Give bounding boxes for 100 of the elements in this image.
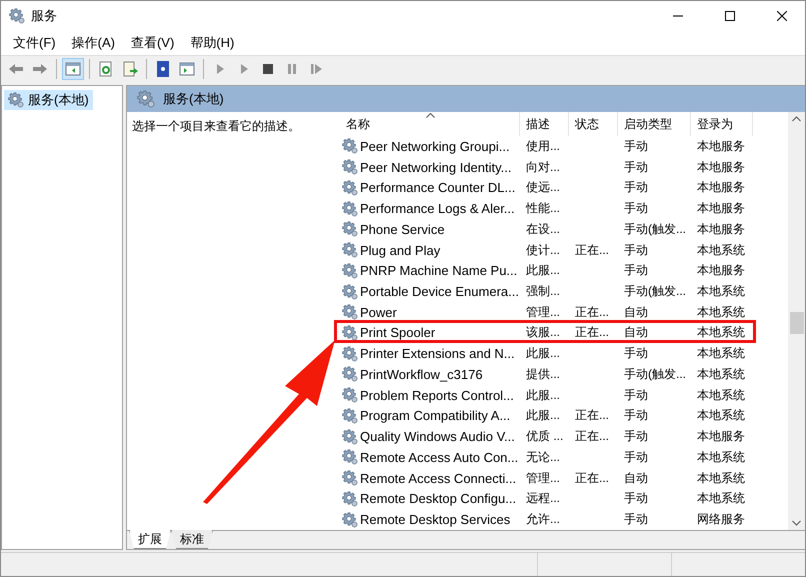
table-cell-text: 正在...: [574, 428, 610, 446]
service-gear-icon: [342, 180, 358, 196]
service-name[interactable]: Power: [360, 304, 397, 320]
service-gear-icon: [342, 138, 358, 154]
service-name[interactable]: Program Compatibility A...: [360, 408, 510, 424]
table-cell-text: 本地系统: [696, 304, 746, 321]
service-gear-icon: [342, 449, 358, 466]
service-name[interactable]: PNRP Machine Name Pu...: [360, 263, 518, 278]
refresh-icon: [98, 61, 114, 77]
table-cell-text: 手动: [623, 407, 649, 424]
table-cell-text: 此服...: [525, 262, 562, 280]
close-icon: [777, 11, 787, 21]
table-cell-text: 手动(触发...: [623, 366, 687, 383]
gear-icon: [8, 92, 24, 108]
table-cell-text: 网络服务: [696, 511, 746, 528]
service-name[interactable]: Remote Access Auto Con...: [360, 450, 518, 465]
description-text: 选择一个项目来查看它的描述。: [132, 119, 300, 133]
table-cell-text: 使用...: [525, 138, 562, 155]
scroll-thumb[interactable]: [790, 312, 804, 334]
table-cell-text: 使远...: [525, 179, 562, 196]
service-name[interactable]: Remote Desktop Services: [360, 512, 510, 528]
table-cell-text: 本地服务: [696, 220, 746, 238]
service-name[interactable]: Problem Reports Control...: [360, 388, 514, 403]
table-cell-text: 手动(触发...: [623, 283, 687, 300]
toolbar-button[interactable]: [62, 58, 84, 80]
column-header[interactable]: 描述: [520, 112, 569, 136]
tree-pane-icon: [65, 61, 81, 77]
menu-item[interactable]: 文件(F): [5, 34, 64, 52]
table-cell-text: 本地系统: [696, 407, 746, 424]
table-cell-text: 该服...: [525, 324, 562, 342]
table-cell-text: 本地服务: [696, 428, 746, 446]
service-gear-icon: [342, 200, 358, 217]
table-cell-text: 手动: [623, 138, 649, 155]
view-tab[interactable]: 扩展: [129, 530, 171, 549]
service-name[interactable]: Performance Counter DL...: [360, 180, 516, 196]
table-cell-text: 正在...: [574, 304, 610, 321]
help-icon: [155, 61, 171, 77]
service-gear-icon: [342, 470, 358, 486]
column-header[interactable]: 状态: [569, 112, 618, 136]
service-name[interactable]: Plug and Play: [360, 242, 440, 258]
service-gear-icon: [342, 304, 358, 320]
table-cell-text: 无论...: [525, 448, 562, 466]
service-gear-icon: [342, 221, 358, 238]
table-cell-text: 本地服务: [696, 158, 746, 176]
table-cell-text: 本地系统: [696, 366, 746, 383]
service-name[interactable]: Phone Service: [360, 222, 445, 237]
service-gear-icon: [342, 428, 358, 445]
menu-item[interactable]: 帮助(H): [182, 34, 242, 52]
service-gear-icon: [342, 324, 358, 341]
service-name[interactable]: Performance Logs & Aler...: [360, 201, 515, 216]
service-name[interactable]: PrintWorkflow_c3176: [360, 366, 483, 382]
service-gear-icon: [342, 490, 358, 507]
service-name[interactable]: Peer Networking Groupi...: [360, 138, 510, 154]
maximize-icon: [725, 11, 735, 21]
table-cell-text: 手动: [623, 242, 649, 259]
table-cell-text: 本地服务: [696, 262, 746, 280]
menu-item[interactable]: 操作(A): [64, 34, 123, 52]
service-name[interactable]: Printer Extensions and N...: [360, 346, 515, 362]
table-cell-text: 正在...: [574, 470, 610, 487]
table-cell-text: 正在...: [574, 407, 610, 424]
table-cell-text: 本地系统: [696, 386, 746, 404]
column-header[interactable]: 启动类型: [618, 112, 691, 136]
table-cell-text: 向对...: [525, 158, 562, 176]
menu-item[interactable]: 查看(V): [122, 34, 182, 52]
service-name[interactable]: Remote Desktop Configu...: [360, 491, 516, 506]
table-cell-text: 手动: [623, 448, 649, 466]
view-tab[interactable]: 标准: [171, 530, 213, 549]
resume-icon: [308, 61, 324, 77]
tree-item[interactable]: 服务(本地): [4, 90, 93, 110]
table-cell-text: 本地服务: [696, 200, 746, 218]
scrollbar[interactable]: [788, 112, 805, 530]
table-cell-text: 本地系统: [696, 242, 746, 259]
service-gear-icon: [342, 346, 358, 362]
service-name[interactable]: Peer Networking Identity...: [360, 160, 512, 175]
column-header[interactable]: 名称: [340, 112, 520, 136]
table-cell-text: 优质 ...: [525, 428, 564, 446]
table-cell-text: 此服...: [525, 407, 562, 424]
properties-pane-icon: [179, 61, 195, 77]
table-cell-text: 使计...: [525, 242, 562, 259]
table-cell-text: 本地服务: [696, 138, 746, 155]
scroll-down-icon: [792, 520, 801, 526]
table-cell-text: 自动: [623, 304, 649, 321]
table-cell-text: 本地系统: [696, 470, 746, 487]
service-gear-icon: [342, 284, 358, 300]
service-name[interactable]: Portable Device Enumera...: [360, 284, 519, 299]
table-cell-text: 管理...: [525, 304, 562, 321]
table-cell-text: 自动: [623, 470, 649, 487]
table-cell-text: 手动: [623, 179, 649, 196]
service-name[interactable]: Remote Access Connecti...: [360, 470, 516, 486]
table-cell-text: 手动: [623, 386, 649, 404]
table-cell-text: 手动: [623, 262, 649, 280]
service-name[interactable]: Print Spooler: [360, 325, 436, 340]
stop-icon: [260, 61, 276, 77]
column-header[interactable]: 登录为: [691, 112, 753, 136]
export-list-icon: [122, 61, 138, 77]
table-cell-text: 本地系统: [696, 345, 746, 362]
table-cell-text: 本地系统: [696, 283, 746, 300]
service-name[interactable]: Quality Windows Audio V...: [360, 429, 515, 444]
service-gear-icon: [342, 242, 358, 258]
service-gear-icon: [342, 366, 358, 382]
